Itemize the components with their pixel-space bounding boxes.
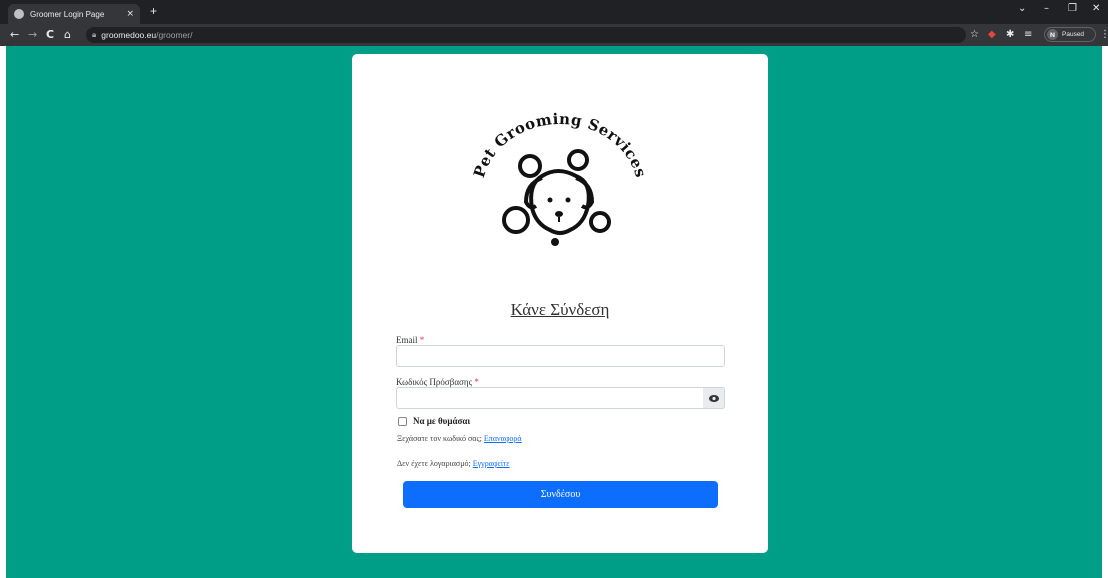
close-window-button[interactable]: ✕ bbox=[1092, 3, 1100, 14]
browser-tab[interactable]: Groomer Login Page × bbox=[8, 4, 140, 24]
url-host: groomedoo.eu bbox=[101, 30, 157, 40]
extension-icon[interactable]: ◆ bbox=[988, 29, 996, 41]
remember-checkbox[interactable] bbox=[398, 416, 407, 426]
remember-me: Να με θυμάσαι bbox=[398, 416, 470, 426]
register-link[interactable]: Εγγραφείτε bbox=[473, 459, 510, 468]
required-mark: * bbox=[474, 377, 479, 387]
browser-toolbar: ← → C ⌂ 🔒︎ groomedoo.eu /groomer/ ☆ ◆ ✱ … bbox=[0, 24, 1108, 46]
login-button[interactable]: Συνδέσου bbox=[403, 481, 718, 508]
url-path: /groomer/ bbox=[156, 30, 193, 40]
forgot-password-line: Ξεχάσατε τον κωδικό σας; Επαναφορά bbox=[397, 434, 522, 443]
password-label: Κωδικός Πρόσβασης * bbox=[396, 377, 479, 387]
restore-button[interactable]: ❐ bbox=[1068, 3, 1077, 14]
reading-list-icon[interactable]: ≡ bbox=[1024, 29, 1032, 41]
toggle-password-button[interactable] bbox=[703, 387, 725, 409]
page-viewport: Pet Grooming Services Κάνε Σύνδεση Email… bbox=[6, 46, 1102, 578]
login-card: Pet Grooming Services Κάνε Σύνδεση Email… bbox=[352, 54, 768, 553]
remember-label: Να με θυμάσαι bbox=[413, 416, 471, 426]
bookmark-star-icon[interactable]: ☆ bbox=[970, 29, 979, 41]
pet-grooming-logo: Pet Grooming Services bbox=[470, 110, 649, 246]
tab-bar: Groomer Login Page × + ⌄ – ❐ ✕ bbox=[0, 0, 1108, 24]
eye-icon bbox=[708, 394, 719, 402]
address-bar[interactable]: 🔒︎ groomedoo.eu /groomer/ bbox=[86, 27, 966, 43]
tab-search-icon[interactable]: ⌄ bbox=[1018, 3, 1026, 14]
tab-close-icon[interactable]: × bbox=[126, 9, 134, 19]
lock-icon[interactable]: 🔒︎ bbox=[92, 30, 96, 40]
tab-title: Groomer Login Page bbox=[30, 9, 105, 19]
home-button[interactable]: ⌂ bbox=[64, 28, 71, 42]
email-label: Email * bbox=[396, 335, 425, 345]
profile-status: Paused bbox=[1062, 31, 1085, 38]
profile-button[interactable]: N Paused bbox=[1044, 27, 1096, 42]
email-field[interactable] bbox=[396, 345, 725, 367]
forward-button[interactable]: → bbox=[28, 28, 37, 42]
reset-password-link[interactable]: Επαναφορά bbox=[484, 434, 522, 443]
page-title: Κάνε Σύνδεση bbox=[510, 300, 610, 319]
extensions-puzzle-icon[interactable]: ✱ bbox=[1006, 29, 1014, 41]
reload-button[interactable]: C bbox=[46, 28, 54, 42]
back-button[interactable]: ← bbox=[10, 28, 19, 42]
minimize-button[interactable]: – bbox=[1044, 3, 1049, 14]
avatar: N bbox=[1047, 29, 1058, 40]
required-mark: * bbox=[419, 335, 425, 345]
password-field[interactable] bbox=[396, 387, 704, 409]
new-tab-button[interactable]: + bbox=[150, 4, 157, 18]
menu-kebab-icon[interactable]: ⋮ bbox=[1100, 29, 1108, 41]
register-line: Δεν έχετε λογαριασμό; Εγγραφείτε bbox=[397, 459, 510, 468]
favicon-icon bbox=[14, 9, 24, 19]
